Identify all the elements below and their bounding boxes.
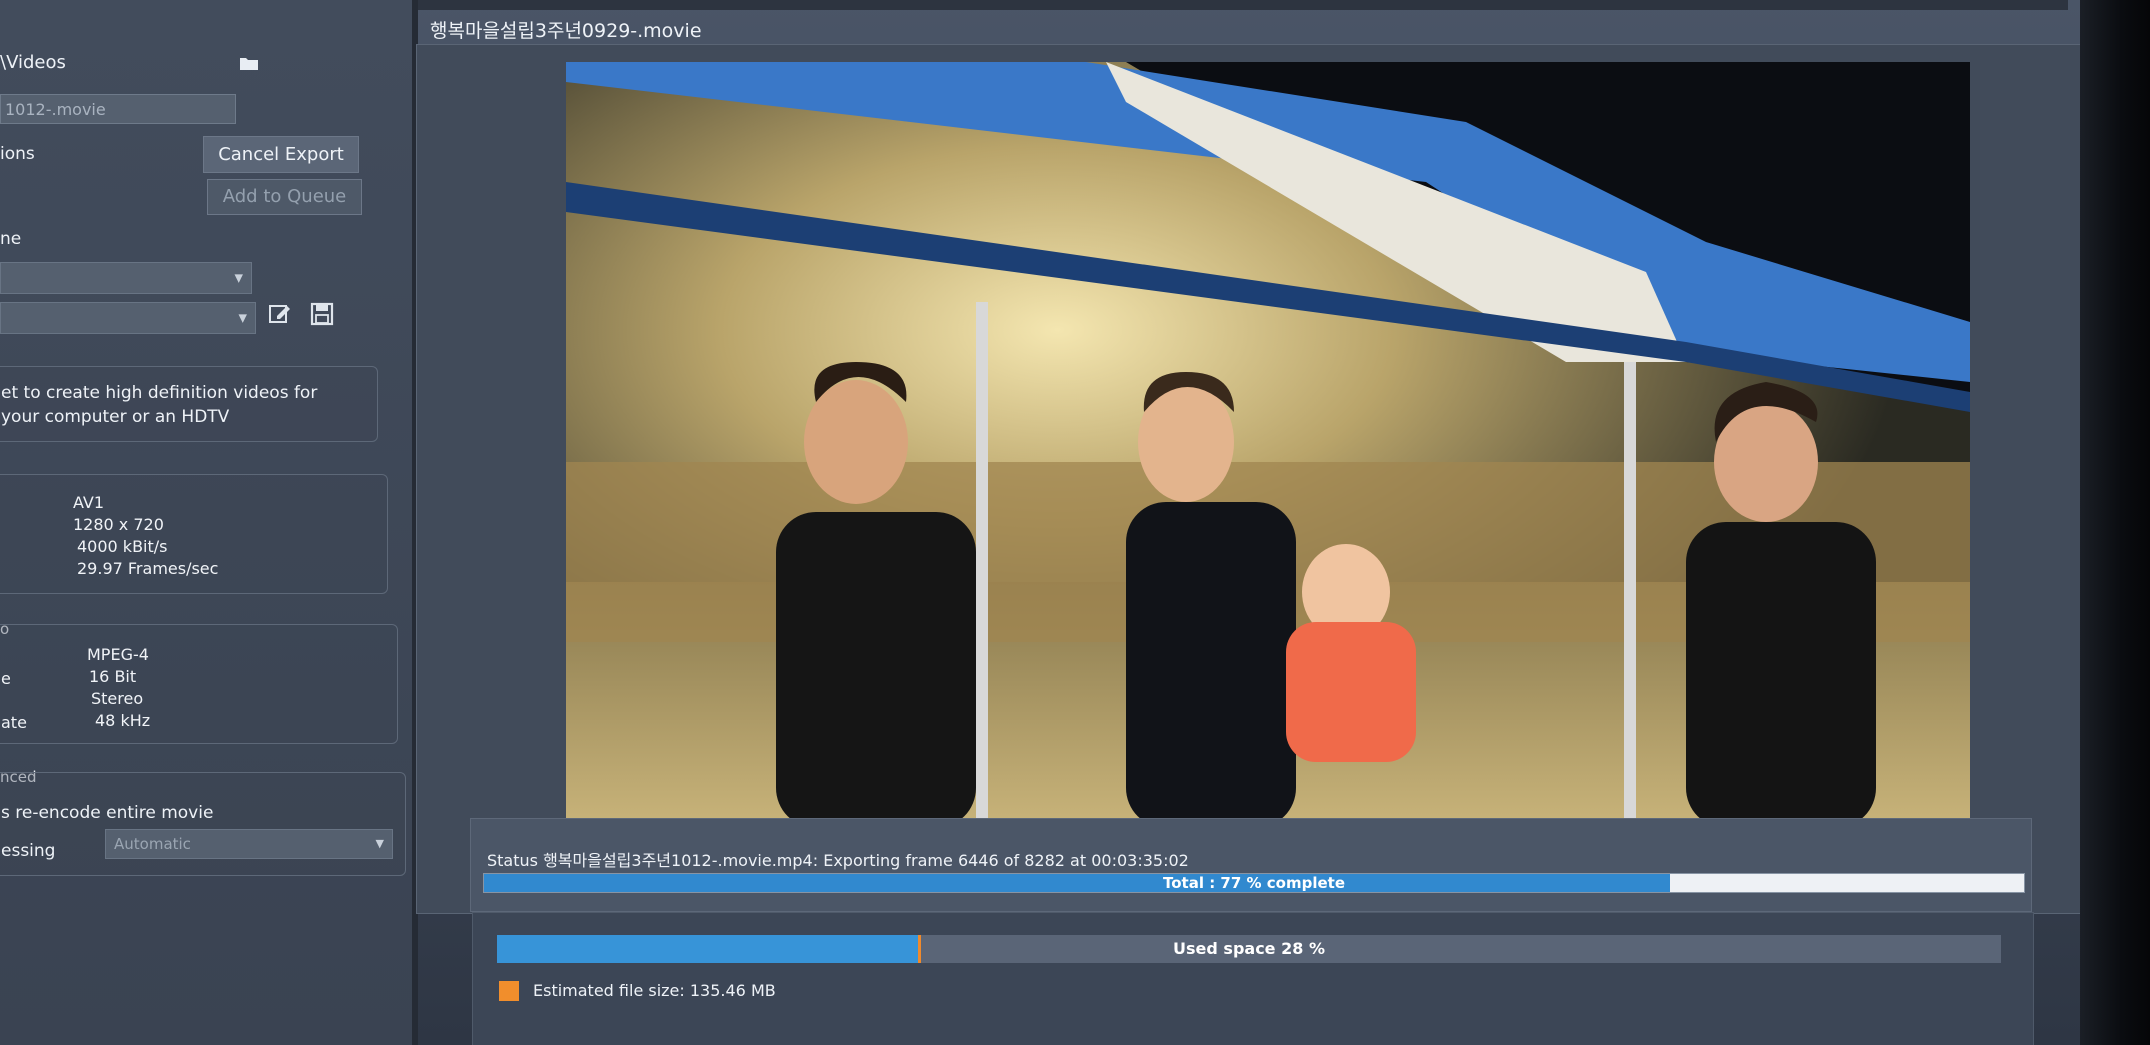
- audio-bits: 16 Bit: [89, 667, 137, 686]
- video-codec: AV1: [73, 493, 105, 512]
- video-specs-box: AV1 1280 x 720 4000 kBit/s 29.97 Frames/…: [0, 474, 388, 594]
- monitor-bezel: [2080, 0, 2150, 1045]
- audio-channels: Stereo: [91, 689, 144, 708]
- disk-space-panel: Used space 28 % Estimated file size: 135…: [472, 912, 2034, 1045]
- processing-value: Automatic: [114, 835, 191, 853]
- total-progress-bar: Total : 77 % complete: [483, 873, 2025, 893]
- processing-dropdown[interactable]: Automatic ▼: [105, 829, 393, 859]
- cancel-export-button[interactable]: Cancel Export: [203, 136, 359, 173]
- video-bitrate: 4000 kBit/s: [77, 537, 168, 556]
- options-label: ions: [0, 144, 35, 164]
- add-to-queue-button[interactable]: Add to Queue: [207, 179, 362, 215]
- video-framerate: 29.97 Frames/sec: [77, 559, 219, 578]
- chevron-down-icon: ▼: [234, 271, 243, 285]
- estimated-file-size: Estimated file size: 135.46 MB: [533, 981, 776, 1000]
- chevron-down-icon: ▼: [375, 837, 384, 850]
- audio-specs-box: MPEG-4 e 16 Bit Stereo ate 48 kHz: [0, 624, 398, 744]
- description-line-2: your computer or an HDTV: [1, 407, 230, 427]
- description-line-1: et to create high definition videos for: [1, 383, 318, 403]
- reencode-option[interactable]: s re-encode entire movie: [1, 803, 213, 823]
- video-preview: [566, 62, 1970, 828]
- preset-dropdown[interactable]: ▼: [0, 302, 256, 334]
- movie-title: 행복마을설립3주년0929-.movie: [430, 20, 702, 42]
- used-space-bar: Used space 28 %: [497, 935, 2001, 963]
- screen: \Videos ions Cancel Export Add to Queue …: [0, 0, 2080, 1045]
- tab-strip: [418, 0, 2068, 10]
- category-dropdown[interactable]: ▼: [0, 262, 252, 294]
- export-status-text: Status 행복마을설립3주년1012-.movie.mp4: Exporti…: [487, 851, 1189, 870]
- video-resolution: 1280 x 720: [73, 515, 164, 534]
- folder-path: \Videos: [0, 52, 66, 73]
- audio-sample-rate: 48 kHz: [95, 711, 151, 730]
- audio-rate-label: ate: [1, 713, 27, 732]
- preset-label: ne: [0, 229, 22, 249]
- edit-preset-icon[interactable]: [268, 302, 292, 326]
- chevron-down-icon: ▼: [238, 311, 247, 325]
- export-settings-panel: \Videos ions Cancel Export Add to Queue …: [0, 0, 414, 1045]
- used-space-label: Used space 28 %: [1173, 939, 1325, 958]
- save-preset-icon[interactable]: [310, 302, 334, 326]
- video-frame-image: [566, 62, 1970, 828]
- total-progress-label: Total : 77 % complete: [1163, 874, 1345, 892]
- export-status-area: Status 행복마을설립3주년1012-.movie.mp4: Exporti…: [470, 818, 2032, 912]
- description-box: et to create high definition videos for …: [0, 366, 378, 442]
- audio-codec: MPEG-4: [87, 645, 149, 664]
- folder-icon[interactable]: [240, 56, 258, 70]
- estimated-size-swatch: [499, 981, 519, 1001]
- audio-size-label: e: [1, 669, 11, 688]
- advanced-box: s re-encode entire movie essing Automati…: [0, 772, 406, 876]
- filename-input[interactable]: [0, 94, 236, 124]
- processing-label: essing: [1, 841, 56, 861]
